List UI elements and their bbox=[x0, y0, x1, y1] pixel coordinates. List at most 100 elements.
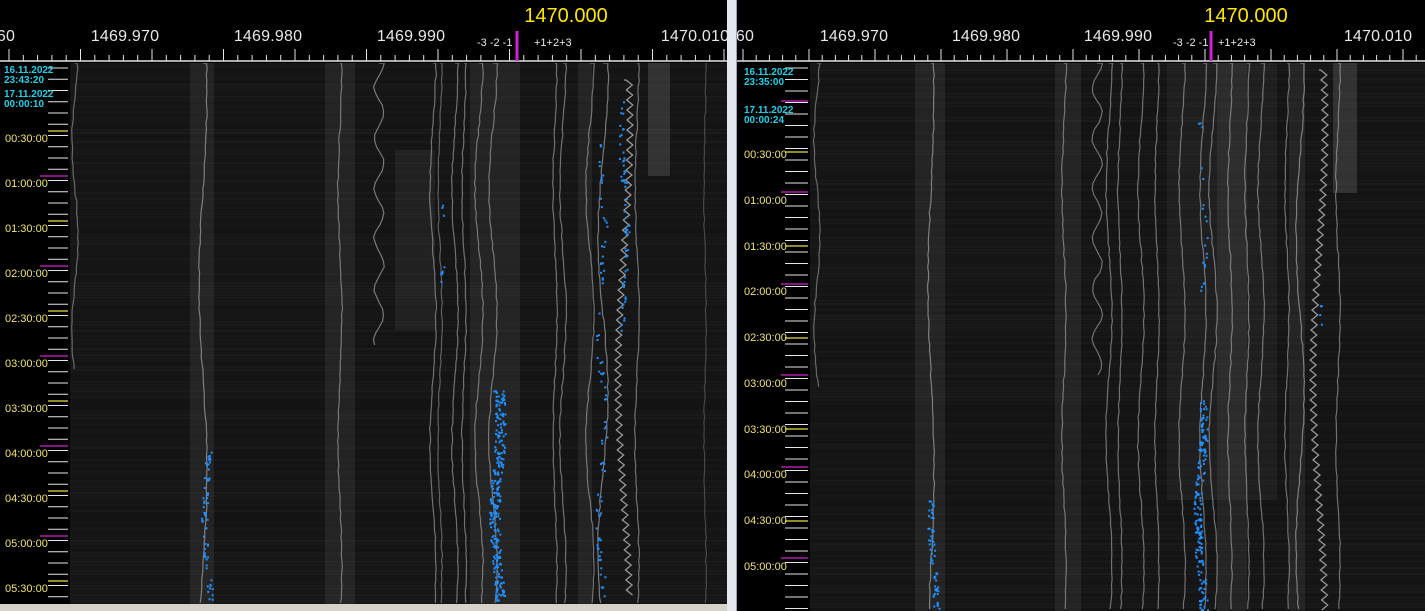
signal-dot bbox=[1198, 573, 1201, 576]
signal-dot bbox=[1198, 460, 1201, 463]
signal-dot bbox=[497, 530, 500, 533]
signal-dot bbox=[494, 544, 497, 547]
signal-dot bbox=[596, 509, 599, 512]
signal-dot bbox=[933, 543, 936, 546]
signal-dot bbox=[490, 514, 493, 516]
time-label: 01:30:00 bbox=[5, 223, 48, 235]
signal-dot bbox=[1197, 540, 1200, 543]
signal-dot bbox=[210, 579, 213, 582]
signal-dot bbox=[933, 555, 936, 558]
offset-positive-label: +1+2+3 bbox=[534, 37, 572, 49]
signal-dot bbox=[623, 172, 626, 175]
signal-dot bbox=[930, 535, 933, 538]
signal-dot bbox=[601, 442, 604, 445]
signal-dot bbox=[1202, 459, 1205, 462]
signal-dot bbox=[1205, 418, 1208, 421]
signal-dot bbox=[599, 514, 602, 517]
signal-dot bbox=[499, 418, 502, 421]
signal-dot bbox=[210, 451, 213, 454]
signal-dot bbox=[599, 362, 602, 365]
waterfall-display-left[interactable] bbox=[0, 0, 727, 604]
signal-dot bbox=[600, 206, 603, 209]
signal-dot bbox=[207, 590, 210, 593]
signal-dot bbox=[207, 492, 209, 495]
signal-dot bbox=[1200, 289, 1203, 292]
signal-dot bbox=[498, 404, 501, 407]
signal-dot bbox=[934, 549, 937, 552]
center-frequency-marker[interactable] bbox=[515, 31, 519, 61]
signal-dot bbox=[601, 468, 604, 471]
signal-dot bbox=[929, 539, 932, 542]
signal-dot bbox=[495, 429, 498, 432]
signal-dot bbox=[205, 527, 208, 530]
signal-dot bbox=[1196, 478, 1199, 481]
signal-dot bbox=[600, 181, 603, 184]
signal-dot bbox=[1197, 462, 1200, 465]
signal-dot bbox=[928, 515, 930, 518]
signal-dot bbox=[490, 526, 493, 529]
signal-dot bbox=[499, 584, 501, 587]
signal-dot bbox=[1199, 549, 1202, 552]
time-label: 03:30:00 bbox=[744, 424, 787, 436]
signal-dot bbox=[203, 548, 206, 550]
signal-dot bbox=[208, 598, 211, 601]
frequency-label: 1469.990 bbox=[1083, 28, 1153, 45]
signal-dot bbox=[605, 394, 608, 397]
signal-dot bbox=[1195, 481, 1198, 484]
signal-dot bbox=[1194, 500, 1197, 503]
time-label: 02:30:00 bbox=[5, 313, 48, 325]
signal-dot bbox=[1201, 417, 1204, 419]
signal-dot bbox=[1200, 402, 1202, 405]
signal-dot bbox=[938, 607, 941, 610]
signal-dot bbox=[931, 562, 934, 565]
signal-glow bbox=[1333, 63, 1357, 193]
signal-dot bbox=[493, 469, 496, 472]
signal-dot bbox=[492, 482, 495, 485]
signal-dot bbox=[624, 270, 627, 273]
signal-dot bbox=[622, 164, 625, 167]
signal-dot bbox=[496, 505, 499, 508]
signal-glow bbox=[1055, 63, 1081, 611]
signal-dot bbox=[499, 477, 502, 480]
signal-dot bbox=[934, 588, 937, 591]
signal-dot bbox=[499, 495, 502, 498]
signal-dot bbox=[495, 405, 498, 408]
signal-dot bbox=[490, 498, 493, 501]
time-label: 05:30:00 bbox=[5, 583, 48, 595]
signal-dot bbox=[1194, 512, 1197, 515]
signal-dot bbox=[503, 590, 506, 593]
start-time: 23:43:20 bbox=[4, 75, 45, 86]
signal-dot bbox=[601, 277, 604, 280]
signal-dot bbox=[622, 303, 625, 306]
time-label: 05:00:00 bbox=[5, 538, 48, 550]
signal-dot bbox=[501, 593, 504, 596]
signal-dot bbox=[1197, 483, 1200, 486]
signal-dot bbox=[498, 573, 500, 576]
signal-dot bbox=[492, 542, 495, 545]
signal-dot bbox=[1197, 570, 1200, 573]
signal-dot bbox=[934, 585, 937, 588]
frequency-label: 1469.970 bbox=[90, 28, 160, 45]
waterfall-pane-left[interactable]: 60 1469.970 1469.980 1469.990 1470.010 1… bbox=[0, 0, 727, 604]
signal-dot bbox=[1201, 582, 1203, 585]
signal-dot bbox=[930, 500, 933, 503]
signal-dot bbox=[1197, 527, 1200, 530]
signal-dot bbox=[1200, 603, 1203, 606]
signal-dot bbox=[202, 506, 205, 509]
signal-dot bbox=[624, 185, 627, 188]
pane-divider[interactable] bbox=[727, 0, 736, 611]
signal-dot bbox=[206, 518, 209, 521]
signal-dot bbox=[503, 424, 506, 427]
signal-dot bbox=[201, 517, 204, 520]
waterfall-display-right[interactable] bbox=[737, 0, 1425, 611]
signal-dot bbox=[497, 512, 500, 515]
waterfall-pane-right[interactable]: 60 1469.970 1469.980 1469.990 1470.010 1… bbox=[736, 0, 1425, 611]
signal-dot bbox=[204, 462, 207, 465]
center-frequency-marker[interactable] bbox=[1209, 31, 1213, 61]
signal-dot bbox=[1200, 552, 1203, 555]
signal-dot bbox=[1197, 506, 1200, 509]
frequency-label: 60 bbox=[0, 28, 16, 45]
signal-dot bbox=[623, 170, 626, 173]
signal-dot bbox=[1201, 424, 1204, 427]
signal-dot bbox=[208, 455, 211, 458]
